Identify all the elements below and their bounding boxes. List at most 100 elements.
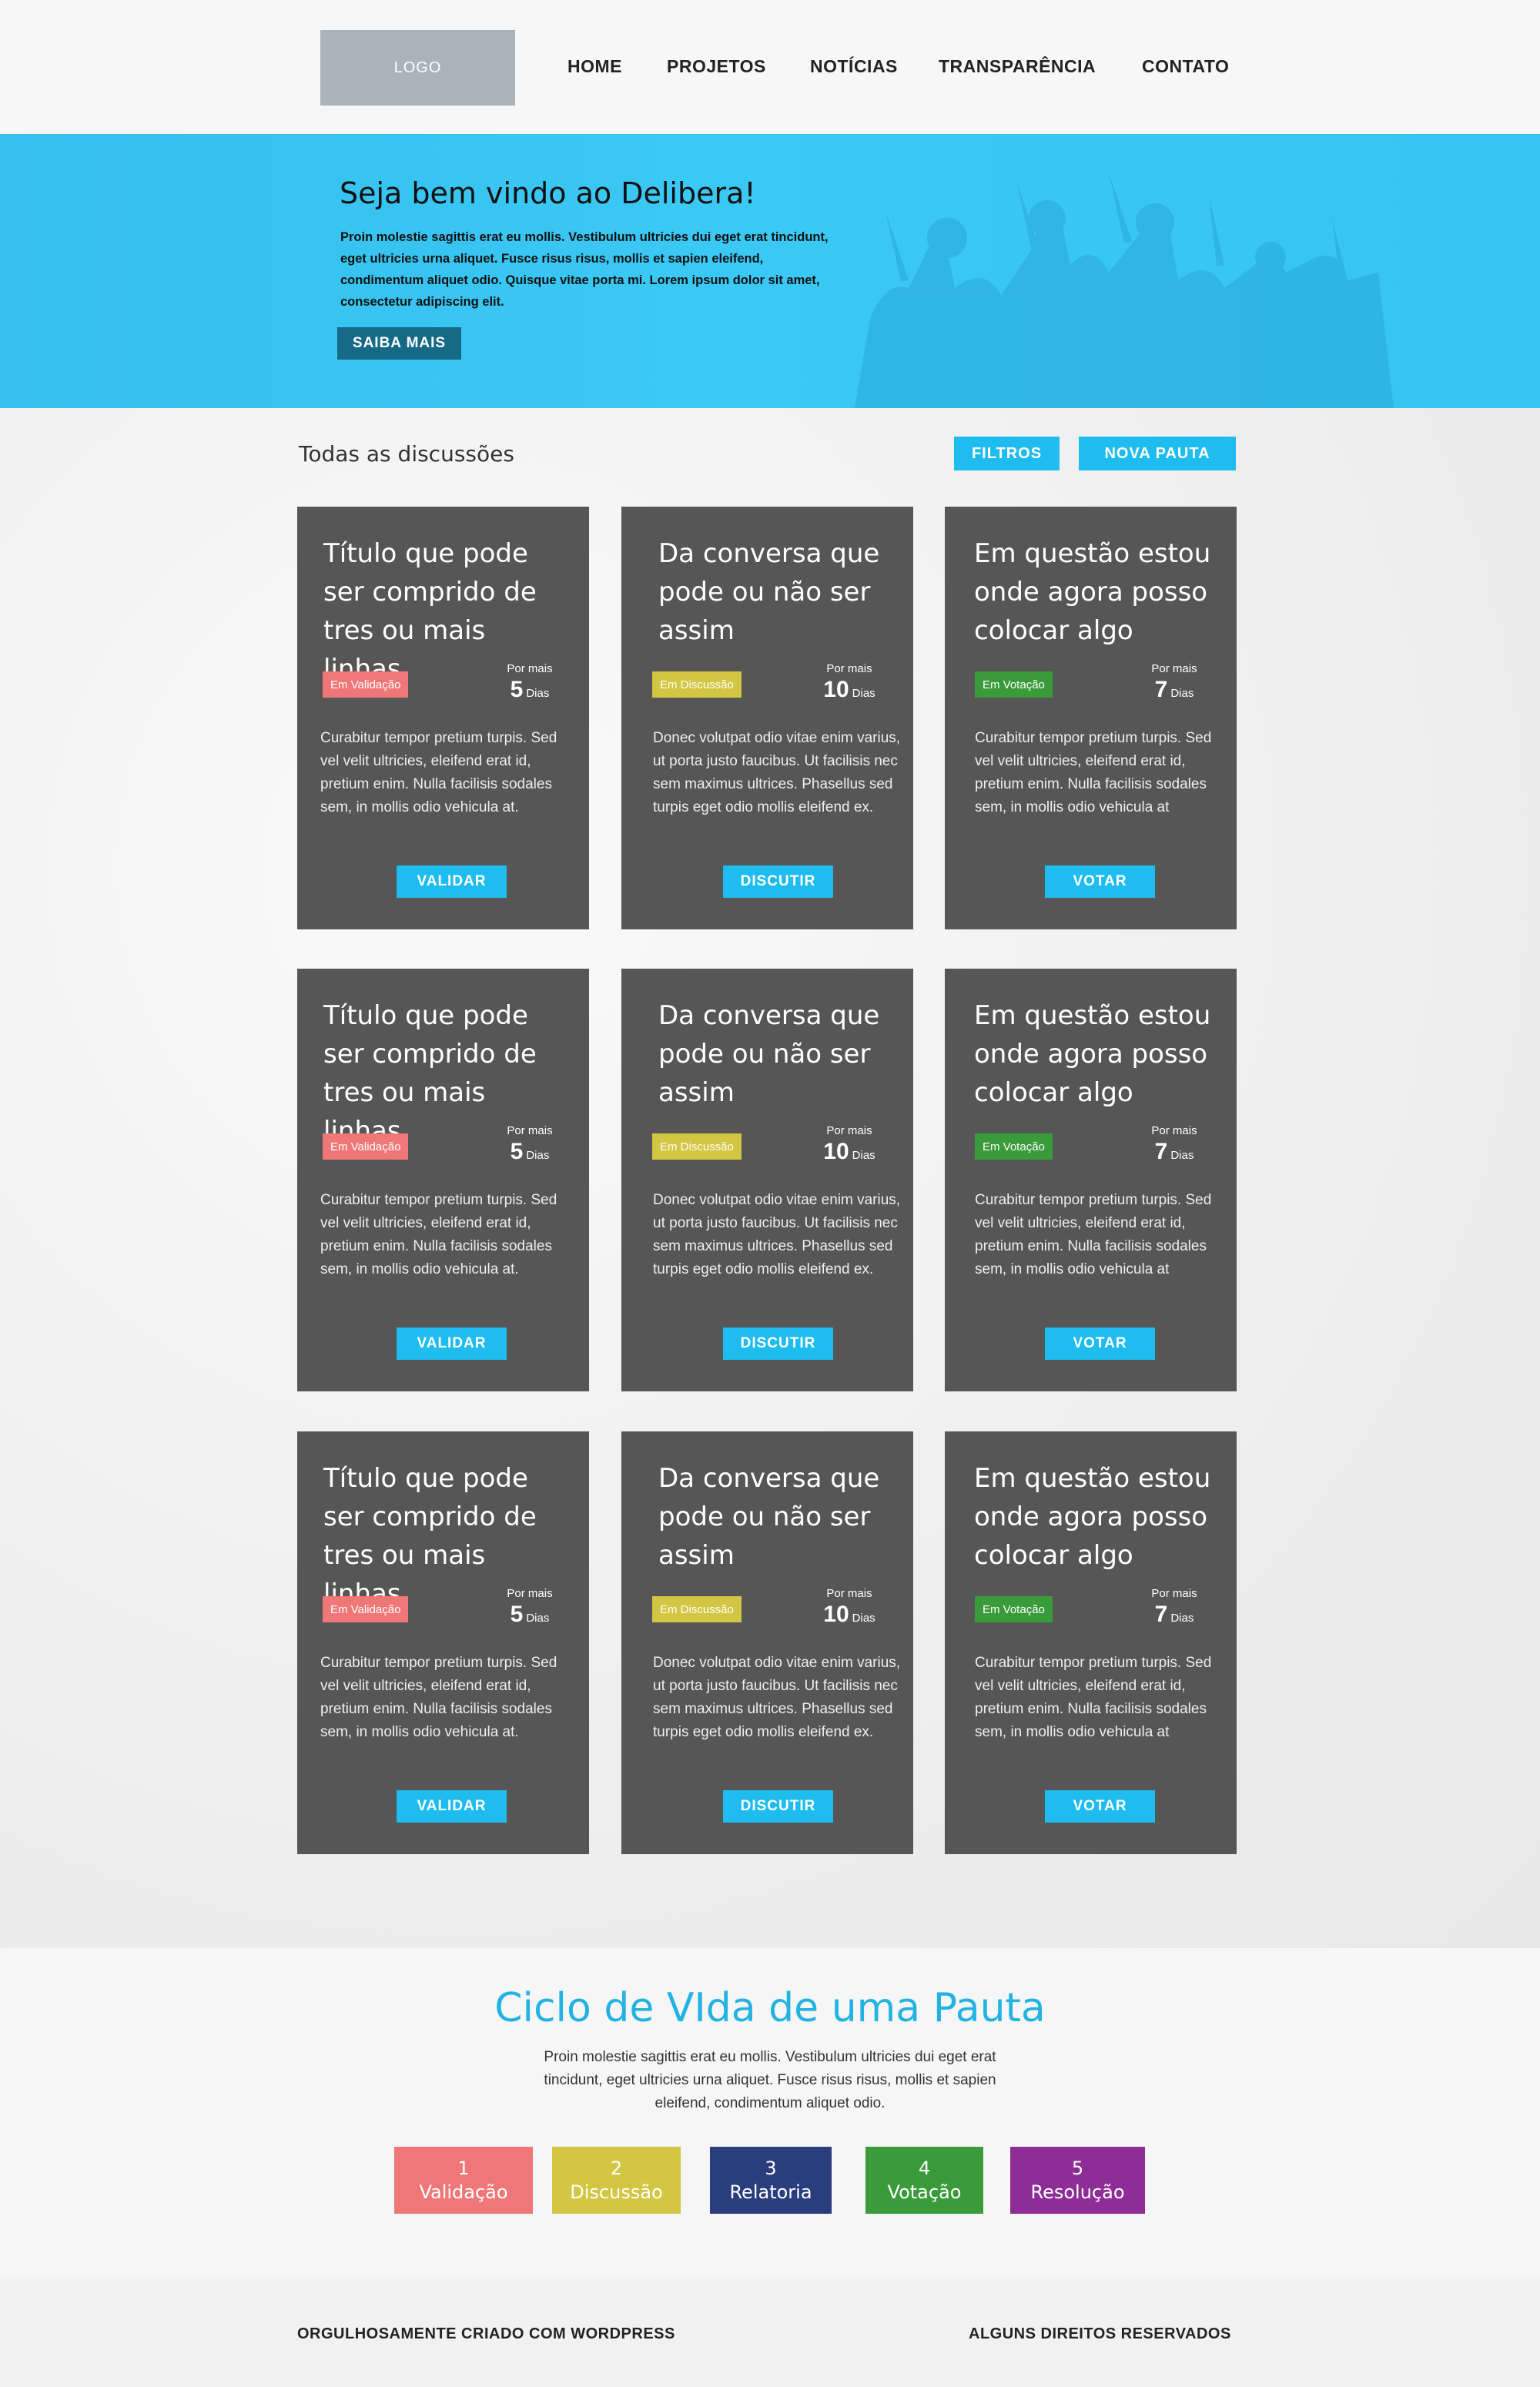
- status-badge: Em Votação: [975, 671, 1053, 698]
- discussion-card[interactable]: Título que pode ser comprido de tres ou …: [297, 1431, 589, 1854]
- days-remaining: Por mais 10 Dias: [819, 1124, 880, 1165]
- days-number: 7: [1154, 677, 1168, 702]
- days-number: 5: [510, 677, 524, 702]
- card-title: Da conversa que pode ou não ser assim: [658, 1000, 880, 1108]
- discussion-card[interactable]: Da conversa que pode ou não ser assim Em…: [621, 507, 913, 929]
- lifecycle-title: Ciclo de VIda de uma Pauta: [494, 1985, 1046, 2031]
- section-title: Todas as discussões: [299, 441, 514, 467]
- status-badge: Em Validação: [323, 671, 409, 698]
- discutir-button[interactable]: DISCUTIR: [723, 1327, 833, 1360]
- votar-button[interactable]: VOTAR: [1045, 865, 1155, 898]
- days-label: Por mais: [826, 1124, 872, 1137]
- card-text: Curabitur tempor pretium turpis. Sed vel…: [320, 1192, 557, 1277]
- crowd-illustration: [855, 172, 1394, 408]
- days-unit: Dias: [1170, 1612, 1194, 1625]
- days-unit: Dias: [526, 1149, 550, 1162]
- hero-banner: Seja bem vindo ao Delibera! Proin molest…: [0, 134, 1540, 408]
- stage-number: 4: [918, 2157, 931, 2179]
- discussion-card[interactable]: Título que pode ser comprido de tres ou …: [297, 969, 589, 1391]
- stage-relatoria[interactable]: 3 Relatoria: [710, 2147, 832, 2214]
- days-remaining: Por mais 7 Dias: [1143, 1587, 1205, 1628]
- days-remaining: Por mais 5 Dias: [499, 1587, 561, 1628]
- stage-number: 3: [765, 2157, 777, 2179]
- card-text: Curabitur tempor pretium turpis. Sed vel…: [975, 730, 1212, 815]
- nav-contato[interactable]: CONTATO: [1142, 56, 1229, 77]
- days-unit: Dias: [852, 1149, 875, 1162]
- stage-votacao[interactable]: 4 Votação: [865, 2147, 983, 2214]
- stage-validacao[interactable]: 1 Validação: [394, 2147, 533, 2214]
- days-number: 7: [1154, 1602, 1168, 1627]
- discussion-card[interactable]: Em questão estou onde agora posso coloca…: [945, 1431, 1237, 1854]
- days-unit: Dias: [526, 687, 550, 700]
- status-badge: Em Votação: [975, 1596, 1053, 1622]
- card-text: Donec volutpat odio vitae enim varius, u…: [653, 730, 901, 815]
- nav-noticias[interactable]: NOTÍCIAS: [810, 56, 898, 77]
- nav-home[interactable]: HOME: [567, 56, 622, 77]
- stage-resolucao[interactable]: 5 Resolução: [1010, 2147, 1145, 2214]
- days-number: 7: [1154, 1139, 1168, 1164]
- discutir-button[interactable]: DISCUTIR: [723, 865, 833, 898]
- status-badge: Em Validação: [323, 1133, 409, 1160]
- days-unit: Dias: [852, 687, 875, 700]
- discussion-card[interactable]: Da conversa que pode ou não ser assim Em…: [621, 969, 913, 1391]
- validar-button[interactable]: VALIDAR: [397, 1790, 507, 1823]
- stage-label: Relatoria: [729, 2181, 812, 2203]
- days-number: 5: [510, 1139, 524, 1164]
- discutir-button[interactable]: DISCUTIR: [723, 1790, 833, 1823]
- votar-button[interactable]: VOTAR: [1045, 1790, 1155, 1823]
- nova-pauta-button[interactable]: NOVA PAUTA: [1079, 437, 1236, 470]
- days-number: 5: [510, 1602, 524, 1627]
- card-title: Da conversa que pode ou não ser assim: [658, 1463, 880, 1571]
- days-label: Por mais: [826, 662, 872, 675]
- filtros-button[interactable]: FILTROS: [954, 437, 1060, 470]
- days-remaining: Por mais 5 Dias: [499, 662, 561, 703]
- days-remaining: Por mais 10 Dias: [819, 662, 880, 703]
- footer-credit: ORGULHOSAMENTE CRIADO COM WORDPRESS: [297, 2325, 675, 2342]
- discussion-card[interactable]: Título que pode ser comprido de tres ou …: [297, 507, 589, 929]
- days-unit: Dias: [1170, 1149, 1194, 1162]
- discussion-card[interactable]: Em questão estou onde agora posso coloca…: [945, 969, 1237, 1391]
- status-badge: Em Discussão: [652, 671, 742, 698]
- days-remaining: Por mais 7 Dias: [1143, 1124, 1205, 1165]
- nav-transparencia[interactable]: TRANSPARÊNCIA: [939, 56, 1096, 77]
- stage-number: 5: [1071, 2157, 1084, 2179]
- stage-label: Resolução: [1030, 2181, 1125, 2203]
- discussion-card[interactable]: Da conversa que pode ou não ser assim Em…: [621, 1431, 913, 1854]
- nav-projetos[interactable]: PROJETOS: [667, 56, 766, 77]
- card-text: Curabitur tempor pretium turpis. Sed vel…: [975, 1655, 1212, 1740]
- days-label: Por mais: [507, 662, 553, 675]
- site-logo[interactable]: LOGO: [320, 30, 515, 105]
- days-unit: Dias: [852, 1612, 875, 1625]
- days-number: 10: [823, 677, 849, 702]
- card-title: Em questão estou onde agora posso coloca…: [974, 538, 1211, 646]
- days-label: Por mais: [507, 1124, 553, 1137]
- card-title: Em questão estou onde agora posso coloca…: [974, 1000, 1211, 1108]
- card-text: Donec volutpat odio vitae enim varius, u…: [653, 1655, 901, 1740]
- days-remaining: Por mais 7 Dias: [1143, 662, 1205, 703]
- days-label: Por mais: [507, 1587, 553, 1600]
- days-unit: Dias: [526, 1612, 550, 1625]
- days-unit: Dias: [1170, 687, 1194, 700]
- card-text: Curabitur tempor pretium turpis. Sed vel…: [320, 730, 557, 815]
- status-badge: Em Votação: [975, 1133, 1053, 1160]
- stage-label: Votação: [887, 2181, 962, 2203]
- card-title: Em questão estou onde agora posso coloca…: [974, 1463, 1211, 1571]
- hero-text: Proin molestie sagittis erat eu mollis. …: [340, 230, 829, 309]
- stage-number: 2: [610, 2157, 623, 2179]
- days-remaining: Por mais 10 Dias: [819, 1587, 880, 1628]
- footer-rights: ALGUNS DIREITOS RESERVADOS: [969, 2325, 1231, 2342]
- stage-discussao[interactable]: 2 Discussão: [552, 2147, 681, 2214]
- hero-title: Seja bem vindo ao Delibera!: [340, 176, 756, 210]
- discussion-card[interactable]: Em questão estou onde agora posso coloca…: [945, 507, 1237, 929]
- validar-button[interactable]: VALIDAR: [397, 1327, 507, 1360]
- status-badge: Em Validação: [323, 1596, 409, 1622]
- status-badge: Em Discussão: [652, 1133, 742, 1160]
- site-header: LOGO HOME PROJETOS NOTÍCIAS TRANSPARÊNCI…: [0, 0, 1540, 134]
- votar-button[interactable]: VOTAR: [1045, 1327, 1155, 1360]
- days-label: Por mais: [1151, 1587, 1197, 1600]
- saiba-mais-button[interactable]: SAIBA MAIS: [337, 327, 461, 360]
- validar-button[interactable]: VALIDAR: [397, 865, 507, 898]
- days-remaining: Por mais 5 Dias: [499, 1124, 561, 1165]
- card-title: Da conversa que pode ou não ser assim: [658, 538, 880, 646]
- card-text: Curabitur tempor pretium turpis. Sed vel…: [975, 1192, 1212, 1277]
